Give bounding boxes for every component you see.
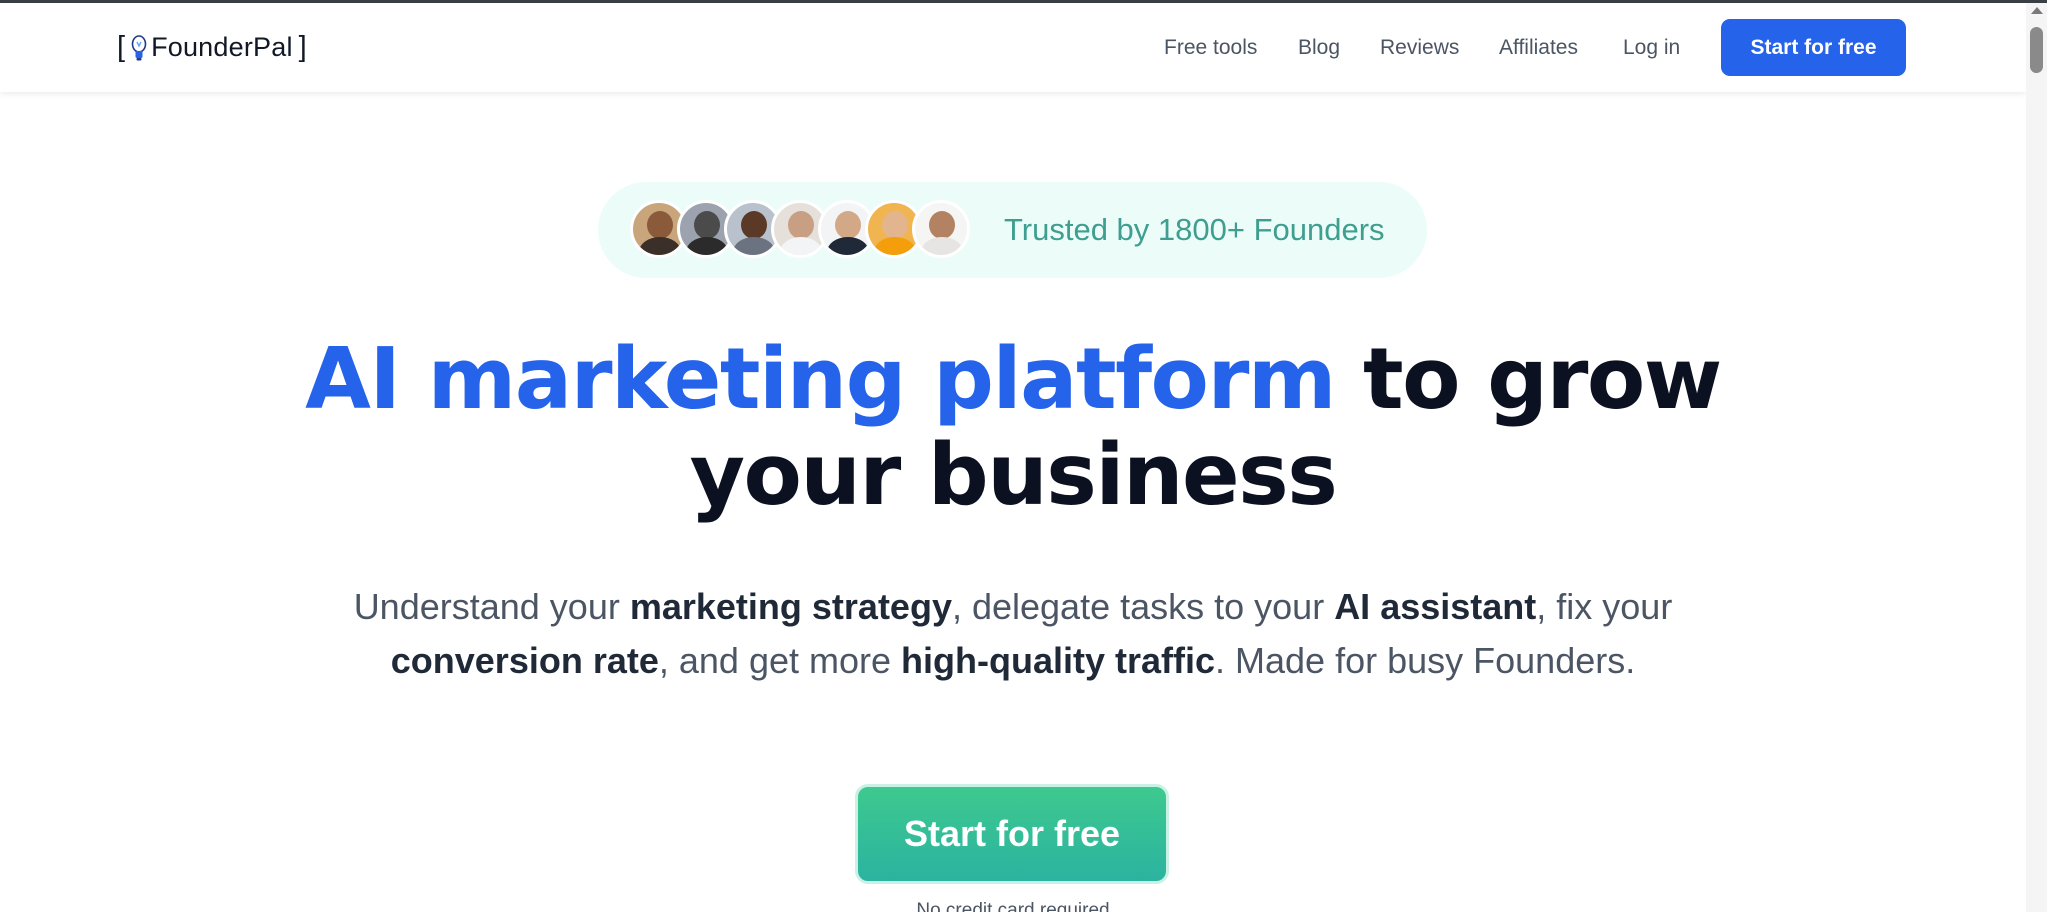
logo-wordmark: FounderPal xyxy=(151,32,293,62)
subtitle-emphasis: conversion rate xyxy=(390,640,659,681)
lightbulb-icon xyxy=(130,34,148,62)
subtitle-emphasis: marketing strategy xyxy=(629,586,952,627)
no-credit-card-note: No credit card required xyxy=(916,900,1110,912)
founder-avatars xyxy=(630,200,990,260)
hero-headline: AI marketing platform to grow your busin… xyxy=(0,332,2026,524)
nav-link-affiliates[interactable]: Affiliates xyxy=(1499,36,1578,60)
subtitle-emphasis: AI assistant xyxy=(1334,586,1537,627)
headline-line2: your business xyxy=(689,426,1338,525)
nav-start-free-button[interactable]: Start for free xyxy=(1721,19,1906,76)
headline-highlight: AI marketing platform xyxy=(305,330,1336,429)
subtitle-text: , fix your xyxy=(1536,586,1673,627)
trust-text: Trusted by 1800+ Founders xyxy=(1004,212,1385,247)
subtitle-text: . Made for busy Founders. xyxy=(1215,640,1636,681)
nav-link-free-tools[interactable]: Free tools xyxy=(1164,36,1257,60)
logo-bracket-close: ] xyxy=(298,31,307,63)
page-scrollbar[interactable] xyxy=(2026,3,2047,912)
nav-link-reviews[interactable]: Reviews xyxy=(1380,36,1459,60)
subtitle-text: , and get more xyxy=(658,640,902,681)
subtitle-emphasis: high-quality traffic xyxy=(901,640,1216,681)
avatar xyxy=(912,200,970,258)
headline-line1-rest: to grow xyxy=(1334,330,1722,429)
subtitle-text: Understand your xyxy=(353,586,630,627)
hero-start-free-button[interactable]: Start for free xyxy=(855,784,1169,884)
logo-bracket-open: [ xyxy=(117,31,126,63)
trust-badge: Trusted by 1800+ Founders xyxy=(598,182,1427,278)
scroll-up-arrow-icon[interactable] xyxy=(2031,7,2043,14)
founderpal-logo[interactable]: [ FounderPal ] xyxy=(117,31,307,64)
hero-subtitle: Understand your marketing strategy, dele… xyxy=(290,580,1736,688)
scrollbar-thumb[interactable] xyxy=(2030,27,2043,73)
nav-link-blog[interactable]: Blog xyxy=(1298,36,1340,60)
top-navbar: [ FounderPal ] Free tools Blog Reviews A… xyxy=(0,3,2026,92)
subtitle-text: , delegate tasks to your xyxy=(951,586,1335,627)
nav-link-log-in[interactable]: Log in xyxy=(1623,36,1680,60)
